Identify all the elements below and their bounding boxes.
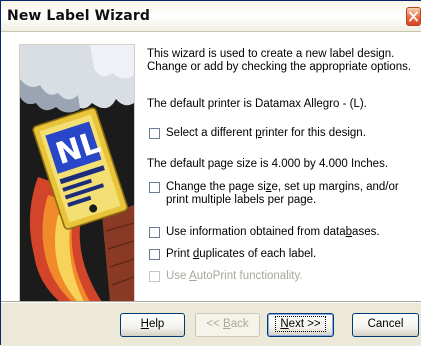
window-title: New Label Wizard: [7, 8, 150, 24]
title-bar[interactable]: New Label Wizard: [1, 1, 421, 32]
print-duplicates-label[interactable]: Print duplicates of each label.: [166, 248, 316, 261]
new-label-wizard-window: New Label Wizard NL This wizard is used …: [0, 0, 421, 346]
change-page-size-checkbox[interactable]: [149, 182, 160, 193]
default-printer-text: The default printer is Datamax Allegro -…: [147, 98, 367, 110]
help-button[interactable]: Help: [120, 313, 185, 337]
use-database-label[interactable]: Use information obtained from databases.: [166, 226, 380, 239]
default-page-size-text: The default page size is 4.000 by 4.000 …: [147, 158, 389, 170]
cancel-button[interactable]: Cancel: [352, 313, 419, 337]
use-autoprint-checkbox: [149, 271, 160, 282]
close-icon: [409, 11, 418, 22]
print-duplicates-checkbox[interactable]: [149, 249, 160, 260]
wizard-illustration: NL: [20, 45, 134, 302]
label-printing-illustration-icon: NL: [20, 45, 134, 302]
select-printer-label[interactable]: Select a different printer for this desi…: [166, 127, 366, 140]
select-printer-checkbox[interactable]: [149, 128, 160, 139]
back-button: << Back: [195, 313, 260, 337]
intro-text: This wizard is used to create a new labe…: [147, 48, 412, 73]
button-bar: Help << Back Next >> Cancel: [1, 303, 421, 346]
use-autoprint-label: Use AutoPrint functionality.: [166, 270, 303, 282]
use-database-checkbox[interactable]: [149, 227, 160, 238]
change-page-size-label[interactable]: Change the page size, set up margins, an…: [166, 181, 399, 207]
next-button[interactable]: Next >>: [267, 313, 334, 337]
next-button-focus: Next >>: [275, 316, 326, 332]
close-button[interactable]: [406, 7, 421, 26]
wizard-content: NL This wizard is used to create a new l…: [1, 32, 421, 345]
